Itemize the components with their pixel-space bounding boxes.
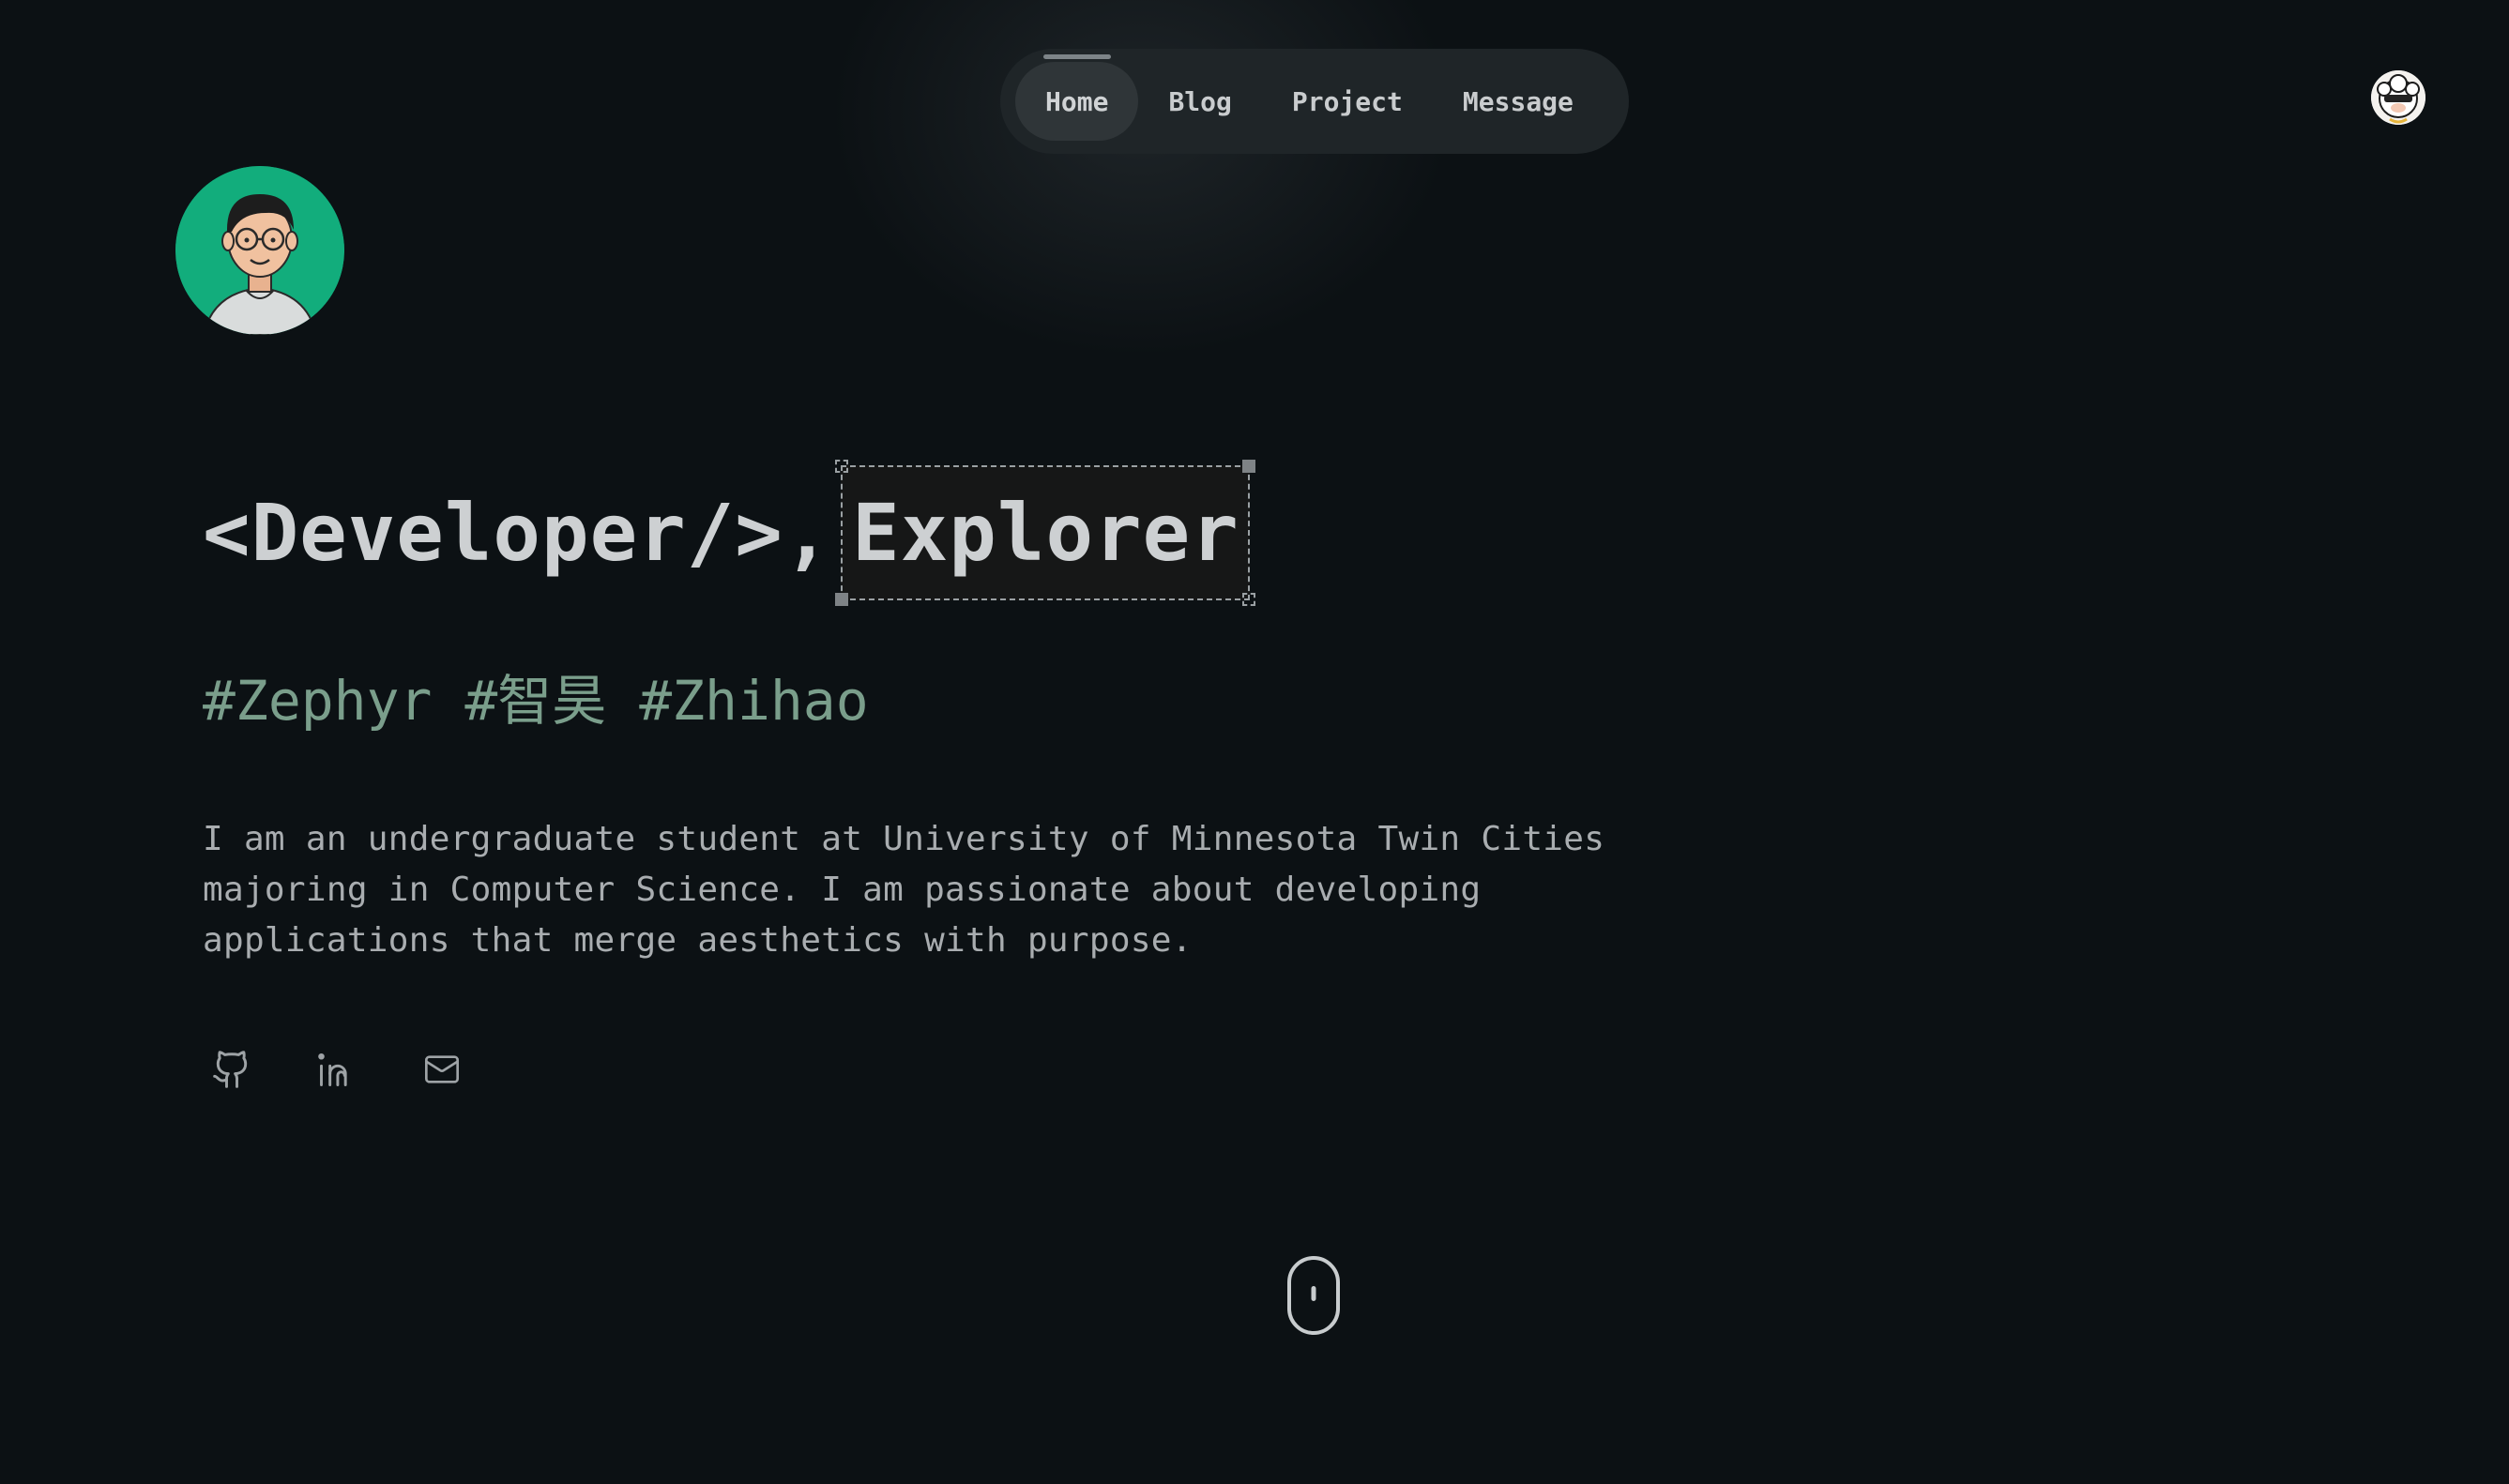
email-link[interactable] [418,1045,465,1094]
resize-handle [1242,460,1256,473]
nav-project[interactable]: Project [1262,62,1433,141]
mail-icon [425,1055,459,1083]
nav-home[interactable]: Home [1015,62,1139,141]
top-nav: Home Blog Project Message [1000,49,1629,154]
bio-text: I am an undergraduate student at Univers… [203,820,1605,960]
resize-handle [835,593,849,606]
page: Home Blog Project Message <Developer/>, … [0,0,2509,1484]
user-avatar[interactable] [2371,70,2425,125]
resize-handle [1242,593,1256,606]
typed-word-box: Explorer [835,460,1256,606]
headline-prefix: <Developer/>, [203,487,832,579]
github-icon [213,1051,248,1088]
sheep-avatar-icon [2371,70,2425,125]
resize-handle [835,460,849,473]
headline-typed-word: Explorer [852,487,1239,579]
developer-portrait-icon [175,166,344,335]
linkedin-link[interactable] [313,1045,360,1094]
scroll-down-indicator[interactable] [1287,1256,1340,1335]
github-link[interactable] [208,1045,255,1094]
name-tags: #Zephyr #智昊 #Zhihao [203,669,869,733]
profile-avatar [175,166,344,335]
linkedin-icon [318,1052,347,1086]
social-links [208,1045,465,1094]
nav-message[interactable]: Message [1433,62,1604,141]
nav-blog[interactable]: Blog [1138,62,1261,141]
headline: <Developer/>, Explorer [203,460,1256,606]
